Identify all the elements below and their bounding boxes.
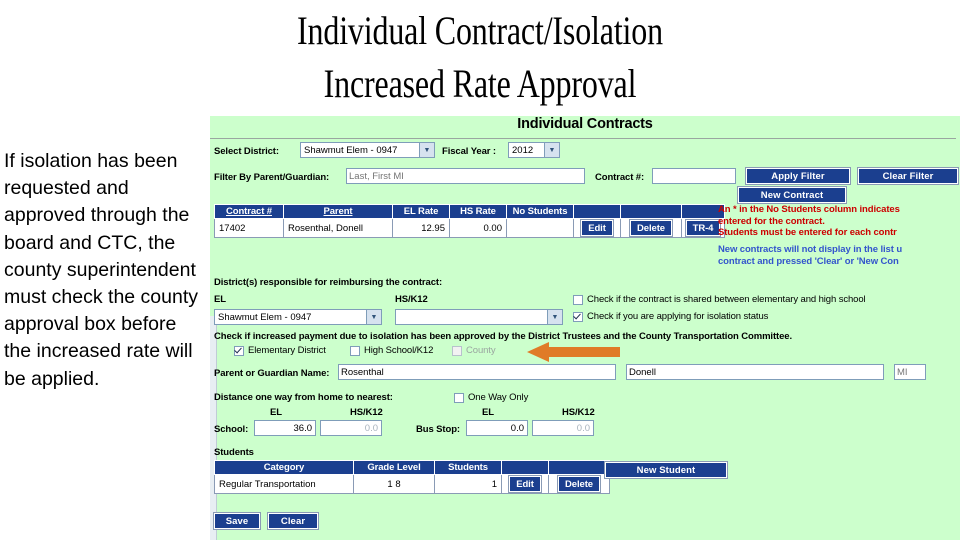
cell-hs-rate: 0.00 <box>449 218 507 238</box>
explanatory-note: If isolation has been requested and appr… <box>4 150 199 390</box>
filter-parent-label: Filter By Parent/Guardian: <box>214 172 330 183</box>
page-title: Individual Contract/Isolation Increased … <box>297 8 663 106</box>
approval-highschool-label: High School/K12 <box>364 345 434 356</box>
save-button[interactable]: Save <box>214 513 260 529</box>
cell-student-delete: Delete <box>548 474 610 494</box>
clear-button[interactable]: Clear <box>268 513 318 529</box>
col-student-edit <box>501 460 549 475</box>
bus-stop-hs-input[interactable] <box>532 420 594 436</box>
approval-elementary-checkbox[interactable] <box>234 346 244 356</box>
apply-filter-button[interactable]: Apply Filter <box>746 168 850 184</box>
bus-stop-row-label: Bus Stop: <box>416 424 460 435</box>
edit-student-button[interactable]: Edit <box>509 476 541 492</box>
one-way-only-label: One Way Only <box>468 392 529 403</box>
cell-el-rate: 12.95 <box>392 218 450 238</box>
col-parent[interactable]: Parent <box>283 204 393 219</box>
col-el-rate: EL Rate <box>392 204 450 219</box>
distance-bus-el-header: EL <box>482 407 494 418</box>
cell-grade-level: 1 8 <box>353 474 435 494</box>
contract-number-label: Contract #: <box>595 172 645 183</box>
parent-first-name-input[interactable] <box>626 364 884 380</box>
school-hs-input[interactable] <box>320 420 382 436</box>
col-contract-number[interactable]: Contract # <box>214 204 284 219</box>
new-student-button[interactable]: New Student <box>605 462 727 478</box>
parent-name-label: Parent or Guardian Name: <box>214 368 330 379</box>
cell-contract-number: 17402 <box>214 218 284 238</box>
app-page-heading: Individual Contracts <box>517 116 653 132</box>
school-el-input[interactable] <box>254 420 316 436</box>
cell-edit: Edit <box>573 218 621 238</box>
table-header-row: Category Grade Level Students <box>214 460 610 475</box>
edit-contract-button[interactable]: Edit <box>581 220 613 236</box>
col-student-delete <box>548 460 610 475</box>
cell-delete: Delete <box>620 218 682 238</box>
approval-county-checkbox[interactable] <box>452 346 462 356</box>
reimbursing-section-label: District(s) responsible for reimbursing … <box>214 277 443 288</box>
cell-category: Regular Transportation <box>214 474 354 494</box>
one-way-only-checkbox[interactable] <box>454 393 464 403</box>
chevron-down-icon: ▼ <box>419 143 434 157</box>
distance-bus-hs-header: HS/K12 <box>562 407 595 418</box>
chevron-down-icon: ▼ <box>544 143 559 157</box>
distance-label: Distance one way from home to nearest: <box>214 392 393 403</box>
table-row: Regular Transportation 1 8 1 Edit Delete <box>214 474 610 494</box>
cell-parent: Rosenthal, Donell <box>283 218 393 238</box>
col-hs-rate: HS Rate <box>449 204 507 219</box>
select-district-value: Shawmut Elem - 0947 <box>304 144 398 156</box>
fiscal-year-value: 2012 <box>512 144 534 156</box>
approval-highschool-checkbox[interactable] <box>350 346 360 356</box>
col-no-students: No Students <box>506 204 574 219</box>
reimbursing-el-value: Shawmut Elem - 0947 <box>218 311 312 323</box>
cell-student-edit: Edit <box>501 474 549 494</box>
approval-county-label: County <box>466 345 496 356</box>
reimbursing-hs-dropdown[interactable]: ▼ <box>395 309 563 325</box>
col-edit <box>573 204 621 219</box>
select-district-label: Select District: <box>214 146 279 157</box>
contracts-table: Contract # Parent EL Rate HS Rate No Stu… <box>214 204 725 238</box>
cell-no-students <box>506 218 574 238</box>
approval-instruction: Check if increased payment due to isolat… <box>214 331 793 342</box>
table-row: 17402 Rosenthal, Donell 12.95 0.00 Edit … <box>214 218 725 238</box>
shared-contract-label: Check if the contract is shared between … <box>587 294 866 305</box>
distance-school-el-header: EL <box>270 407 282 418</box>
parent-last-name-input[interactable] <box>338 364 616 380</box>
students-section-label: Students <box>214 447 254 458</box>
isolation-status-label: Check if you are applying for isolation … <box>587 311 769 322</box>
individual-contracts-screenshot: Individual Contracts Select District: Sh… <box>210 116 960 540</box>
fiscal-year-label: Fiscal Year : <box>442 146 496 157</box>
reimbursing-el-label: EL <box>214 294 226 305</box>
chevron-down-icon: ▼ <box>547 310 562 324</box>
select-district-dropdown[interactable]: Shawmut Elem - 0947 ▼ <box>300 142 435 158</box>
blue-notice: New contracts will not display in the li… <box>718 244 903 267</box>
cell-students: 1 <box>434 474 502 494</box>
table-header-row: Contract # Parent EL Rate HS Rate No Stu… <box>214 204 725 219</box>
red-notice: An * in the No Students column indicates… <box>718 204 900 238</box>
col-grade-level: Grade Level <box>353 460 435 475</box>
tr4-button[interactable]: TR-4 <box>685 220 721 236</box>
col-delete <box>620 204 682 219</box>
header-divider <box>210 138 956 139</box>
filter-parent-input[interactable] <box>346 168 585 184</box>
delete-student-button[interactable]: Delete <box>558 476 600 492</box>
shared-contract-checkbox[interactable] <box>573 295 583 305</box>
parent-middle-initial-input[interactable] <box>894 364 926 380</box>
bus-stop-el-input[interactable] <box>466 420 528 436</box>
new-contract-button[interactable]: New Contract <box>738 187 846 203</box>
approval-elementary-label: Elementary District <box>248 345 326 356</box>
col-students: Students <box>434 460 502 475</box>
isolation-status-checkbox[interactable] <box>573 312 583 322</box>
delete-contract-button[interactable]: Delete <box>630 220 672 236</box>
reimbursing-hs-label: HS/K12 <box>395 294 428 305</box>
contract-number-input[interactable] <box>652 168 736 184</box>
reimbursing-el-dropdown[interactable]: Shawmut Elem - 0947 ▼ <box>214 309 382 325</box>
chevron-down-icon: ▼ <box>366 310 381 324</box>
distance-school-hs-header: HS/K12 <box>350 407 383 418</box>
fiscal-year-dropdown[interactable]: 2012 ▼ <box>508 142 560 158</box>
col-category: Category <box>214 460 354 475</box>
clear-filter-button[interactable]: Clear Filter <box>858 168 958 184</box>
students-table: Category Grade Level Students Regular Tr… <box>214 460 610 494</box>
school-row-label: School: <box>214 424 249 435</box>
